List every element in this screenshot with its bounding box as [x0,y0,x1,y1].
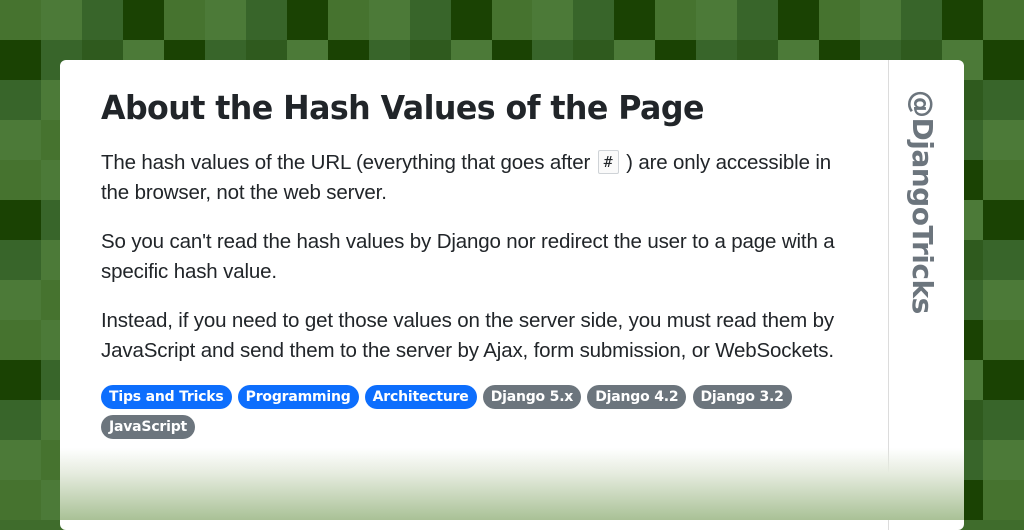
background-tile [0,480,41,520]
brand-handle: @DjangoTricks [905,90,951,314]
background-tile [0,280,41,320]
background-tile [204,0,246,40]
background-tile [942,0,984,40]
paragraph-1: The hash values of the URL (everything t… [101,148,861,208]
background-tile [0,200,41,240]
card-divider [888,60,889,530]
background-tile [491,0,533,40]
background-tile [532,0,574,40]
background-tile [0,80,41,120]
background-tile [0,120,41,160]
background-tile [614,0,656,40]
paragraph-1-text-before: The hash values of the URL (everything t… [101,151,596,174]
background-tile [0,360,41,400]
background-tile [983,160,1024,200]
background-tile [450,0,492,40]
background-tile [573,0,615,40]
hash-code-chip: # [597,150,619,174]
post-title: About the Hash Values of the Page [101,88,704,127]
tag-django-5x[interactable]: Django 5.x [482,385,582,409]
bottom-fade [60,448,964,520]
background-tile [983,480,1024,520]
background-tile [368,0,410,40]
background-tile [983,440,1024,480]
background-tile [983,0,1024,40]
background-tile [983,360,1024,400]
background-tile [983,200,1024,240]
paragraph-3: Instead, if you need to get those values… [101,309,834,362]
tag-javascript[interactable]: JavaScript [101,415,196,439]
tag-tips-and-tricks[interactable]: Tips and Tricks [101,385,232,409]
background-tile [0,40,41,80]
background-tile [0,0,41,40]
background-tile [409,0,451,40]
background-tile [0,160,41,200]
background-tile [81,0,123,40]
background-tile [983,400,1024,440]
background-tile [655,0,697,40]
background-tile [983,40,1024,80]
paragraph-2: So you can't read the hash values by Dja… [101,230,835,283]
background-tile [860,0,902,40]
background-tile [286,0,328,40]
background-tile [0,440,41,480]
post-content: About the Hash Values of the Page The ha… [101,86,861,445]
background-tile [0,240,41,280]
background-tile [983,240,1024,280]
background-tile [901,0,943,40]
tag-architecture[interactable]: Architecture [364,385,477,409]
background-tile [983,120,1024,160]
background-tile [819,0,861,40]
background-tile [0,400,41,440]
tag-list: Tips and Tricks Programming Architecture… [101,385,821,445]
background-tile [983,320,1024,360]
background-tile [696,0,738,40]
background-tile [40,0,82,40]
tag-django-3-2[interactable]: Django 3.2 [692,385,792,409]
background-tile [983,280,1024,320]
tag-django-4-2[interactable]: Django 4.2 [587,385,687,409]
background-tile [327,0,369,40]
background-tile [737,0,779,40]
brand-handle-text: @DjangoTricks [906,90,939,314]
background-tile [163,0,205,40]
background-tile [122,0,164,40]
post-card: About the Hash Values of the Page The ha… [60,60,964,530]
background-tile [778,0,820,40]
background-tile [0,320,41,360]
tag-programming[interactable]: Programming [237,385,359,409]
background-tile [245,0,287,40]
background-tile [983,80,1024,120]
